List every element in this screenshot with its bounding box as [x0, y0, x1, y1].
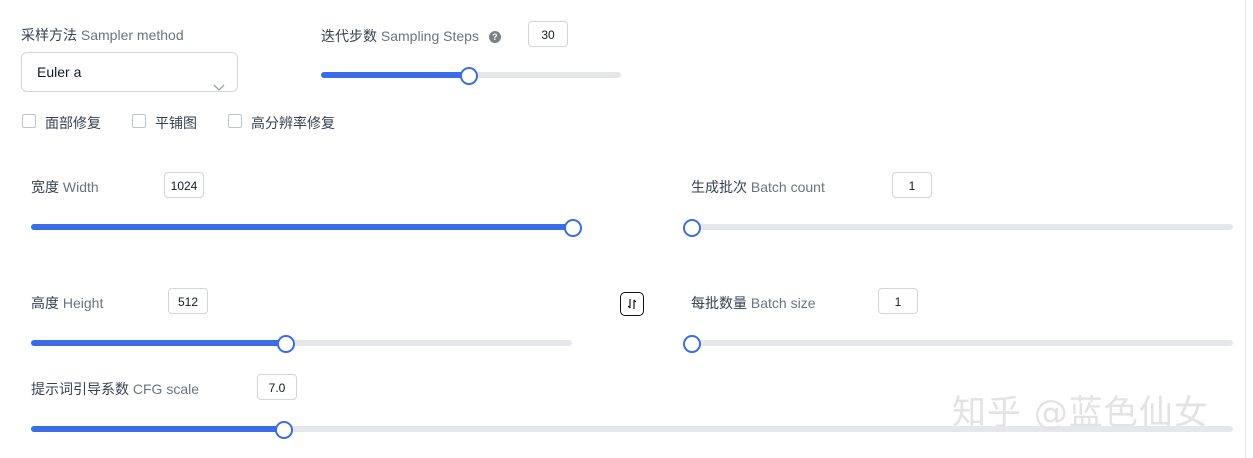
panel-divider [1245, 0, 1246, 458]
batch-size-label-cn: 每批数量 [691, 295, 747, 311]
batch-count-slider[interactable] [683, 219, 1233, 237]
width-slider-thumb[interactable] [564, 219, 582, 237]
batch-count-label-cn: 生成批次 [691, 179, 747, 195]
batch-count-slider-thumb[interactable] [683, 219, 701, 237]
height-label-cn: 高度 [31, 295, 59, 311]
batch-count-label-en: Batch count [750, 179, 825, 195]
width-label: 宽度 Width [31, 177, 99, 197]
sampler-label: 采样方法 Sampler method [21, 25, 184, 45]
cfg-label-cn: 提示词引导系数 [31, 381, 129, 397]
height-slider[interactable] [31, 335, 572, 353]
swap-vertical-icon [625, 297, 639, 316]
batch-count-number-input[interactable]: 1 [892, 172, 932, 198]
swap-dimensions-button[interactable] [620, 292, 644, 316]
sampler-label-en: Sampler method [80, 27, 184, 43]
width-number-input[interactable]: 1024 [164, 172, 204, 198]
width-label-cn: 宽度 [31, 179, 59, 195]
width-slider-fill [31, 224, 572, 230]
cfg-label: 提示词引导系数 CFG scale [31, 379, 199, 399]
steps-label: 迭代步数 Sampling Steps ? [321, 26, 501, 46]
steps-slider-thumb[interactable] [460, 67, 478, 85]
cfg-number-input[interactable]: 7.0 [257, 374, 297, 400]
help-icon[interactable]: ? [488, 31, 501, 43]
sampler-selected-value: Euler a [37, 64, 82, 80]
sampler-label-cn: 采样方法 [21, 27, 77, 43]
face-restore-label: 面部修复 [45, 115, 101, 131]
watermark: 知乎 @蓝色仙女 [952, 393, 1209, 433]
chevron-down-icon [213, 68, 225, 106]
batch-size-slider[interactable] [683, 335, 1233, 353]
width-slider[interactable] [31, 219, 582, 237]
tiling-checkbox[interactable] [132, 114, 146, 128]
steps-slider-fill [321, 72, 468, 78]
batch-size-slider-thumb[interactable] [683, 335, 701, 353]
cfg-label-en: CFG scale [132, 381, 200, 397]
cfg-slider-thumb[interactable] [275, 421, 294, 439]
face-restore-checkbox[interactable] [22, 114, 36, 128]
batch-size-number-input[interactable]: 1 [878, 288, 918, 314]
cfg-slider-fill [31, 426, 284, 432]
height-label: 高度 Height [31, 293, 103, 313]
batch-size-label: 每批数量 Batch size [691, 293, 815, 313]
height-number-input[interactable]: 512 [168, 288, 208, 314]
height-slider-thumb[interactable] [277, 335, 296, 353]
steps-label-en: Sampling Steps [380, 28, 479, 44]
steps-number-input[interactable]: 30 [528, 21, 568, 47]
height-label-en: Height [62, 295, 104, 311]
width-label-en: Width [62, 179, 99, 195]
batch-size-label-en: Batch size [750, 295, 816, 311]
height-slider-fill [31, 340, 286, 346]
steps-slider[interactable] [321, 67, 621, 85]
batch-count-label: 生成批次 Batch count [691, 177, 825, 197]
tiling-label: 平铺图 [155, 115, 197, 131]
hires-fix-label: 高分辨率修复 [251, 115, 335, 131]
hires-fix-checkbox[interactable] [228, 114, 242, 128]
sampler-dropdown[interactable]: Euler a [21, 52, 238, 92]
steps-label-cn: 迭代步数 [321, 28, 377, 44]
